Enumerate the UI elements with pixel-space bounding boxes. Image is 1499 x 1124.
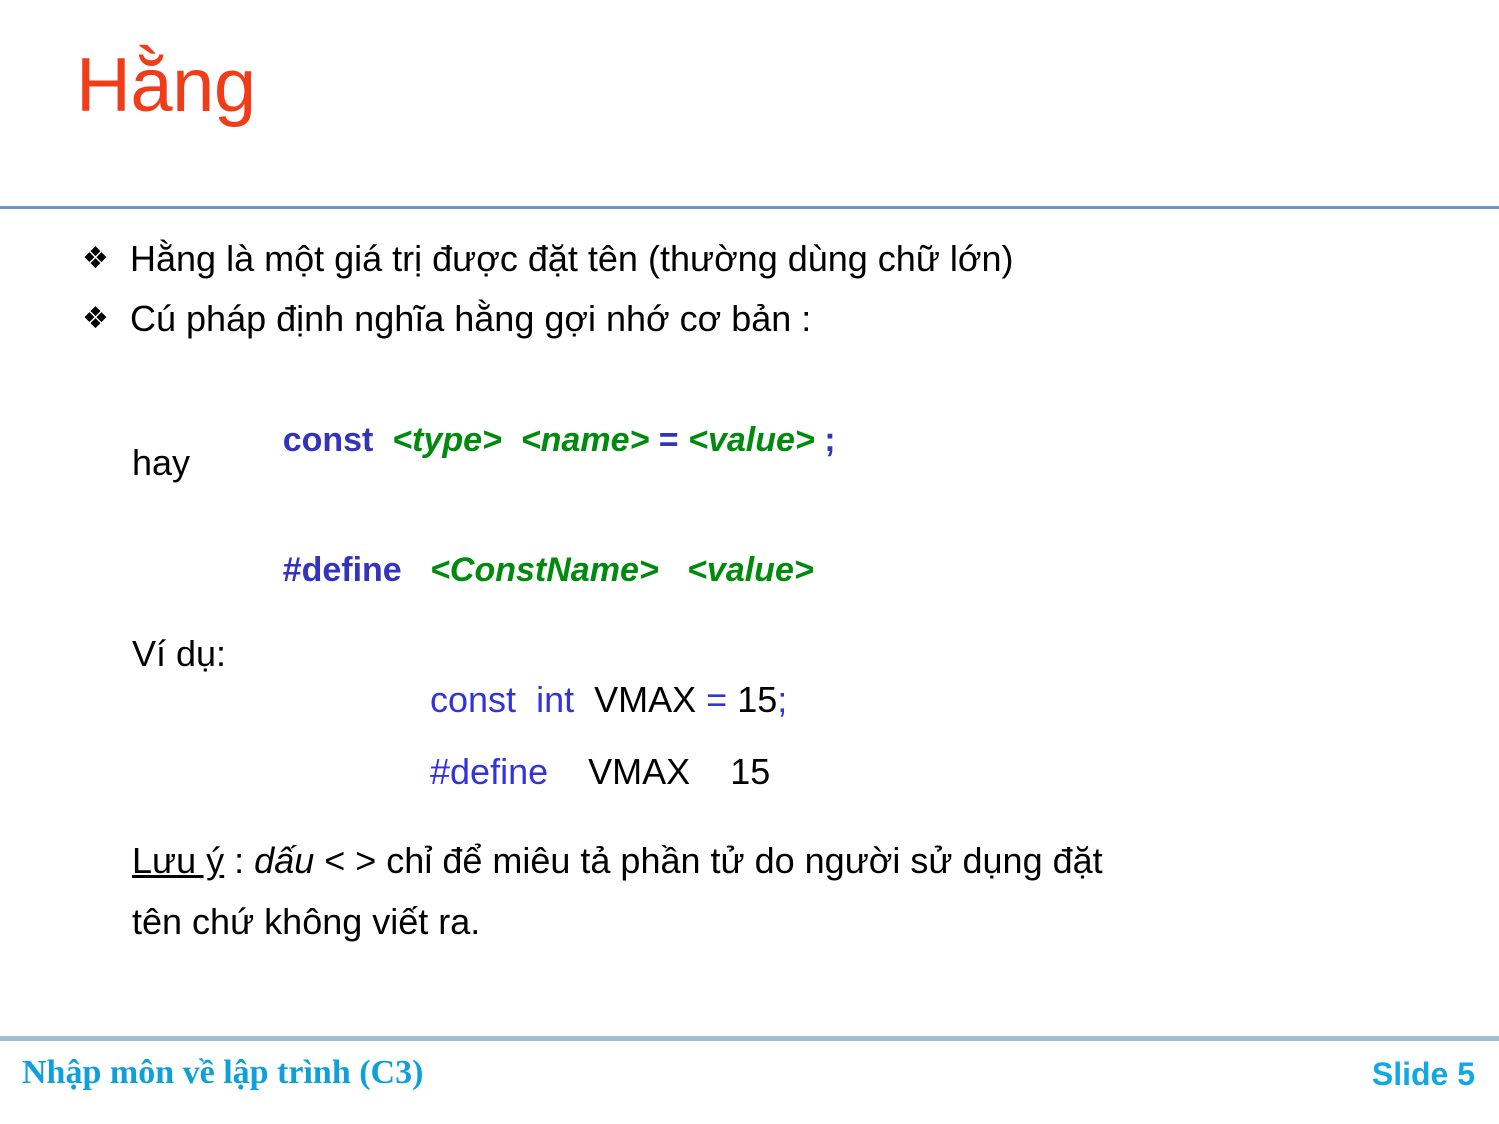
keyword-define: #define	[430, 751, 549, 792]
note-colon: :	[224, 840, 255, 881]
footer-divider	[0, 1036, 1499, 1041]
note-line-1: Lưu ý : dấu < > chỉ để miêu tả phần tử d…	[132, 837, 1103, 885]
identifier-vmax: VMAX	[588, 751, 691, 792]
placeholder-value: <value>	[687, 551, 814, 589]
placeholder-value: <value>	[688, 421, 815, 459]
example-label: Ví dụ:	[132, 633, 227, 674]
slide-canvas: Hằng ❖ Hằng là một giá trị được đặt tên …	[0, 0, 1499, 1124]
literal-15: 15	[730, 751, 771, 792]
syntax-define-line: #define <ConstName> <value>	[226, 504, 814, 636]
placeholder-name: <name>	[520, 421, 650, 459]
syntax-const-line: const <type> <name> = <value> ;	[226, 374, 836, 506]
note-line-2: tên chứ không viết ra.	[132, 901, 481, 942]
operator-semicolon: ;	[777, 679, 788, 720]
keyword-define: #define	[282, 551, 402, 589]
list-item: ❖ Cú pháp định nghĩa hằng gợi nhớ cơ bản…	[82, 296, 811, 342]
operator-semicolon: ;	[824, 421, 836, 459]
list-item-label: Cú pháp định nghĩa hằng gợi nhớ cơ bản :	[130, 298, 812, 339]
footer-course-title: Nhập môn về lập trình (C3)	[22, 1054, 424, 1091]
syntax-connector: hay	[132, 442, 191, 483]
placeholder-type: <type>	[392, 421, 502, 459]
note-label: Lưu ý	[132, 840, 225, 881]
placeholder-constname: <ConstName>	[430, 551, 659, 589]
list-item: ❖ Hằng là một giá trị được đặt tên (thườ…	[82, 236, 1014, 282]
operator-equals: =	[658, 421, 679, 459]
example-code-line-2: #define VMAX 15	[370, 703, 770, 841]
note-rest: < > chỉ để miêu tả phần tử do người sử d…	[314, 840, 1103, 881]
note-italic-word: dấu	[254, 840, 315, 881]
bullet-diamond-icon: ❖	[82, 301, 109, 336]
page-title: Hằng	[76, 43, 256, 128]
footer-slide-number: Slide 5	[1371, 1056, 1475, 1092]
list-item-label: Hằng là một giá trị được đặt tên (thường…	[130, 238, 1014, 279]
slide-body: ❖ Hằng là một giá trị được đặt tên (thườ…	[0, 208, 1499, 1036]
bullet-diamond-icon: ❖	[82, 241, 109, 276]
keyword-const: const	[282, 421, 374, 459]
